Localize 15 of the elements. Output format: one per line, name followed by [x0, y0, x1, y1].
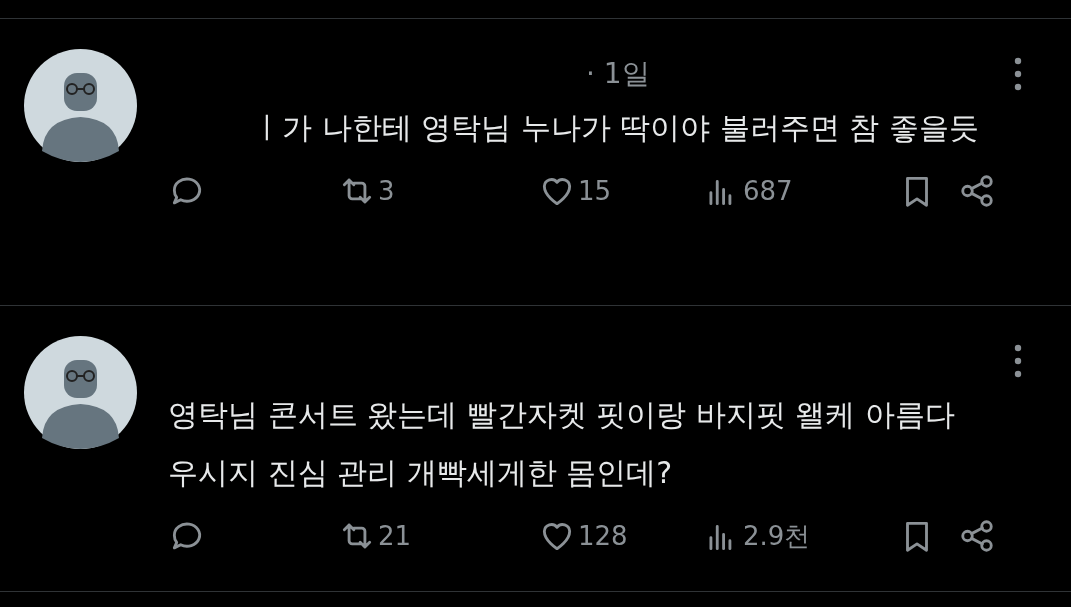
avatar-icon[interactable]	[24, 49, 137, 162]
repost-count: 21	[378, 521, 412, 551]
views-count: 2.9천	[743, 519, 811, 553]
avatar-icon[interactable]	[24, 336, 137, 449]
post-text: ㅣ가 나한테 영탁님 누나가 딱이야 불러주면 참 좋을듯	[251, 109, 980, 147]
more-icon[interactable]	[1013, 344, 1023, 378]
like-count: 128	[578, 521, 628, 551]
views-count: 687	[743, 176, 793, 206]
post-text: 영탁님 콘서트 왔는데 빨간자켓 핏이랑 바지핏 왤케 아름다우시지 진심 관리 개빡세게한 몸인데?	[168, 396, 956, 492]
more-icon[interactable]	[1013, 57, 1023, 91]
repost-count: 3	[378, 176, 395, 206]
share-icon[interactable]	[958, 172, 996, 210]
like-count: 15	[578, 176, 612, 206]
share-icon[interactable]	[958, 517, 996, 555]
post-time: · 1일	[586, 56, 650, 92]
